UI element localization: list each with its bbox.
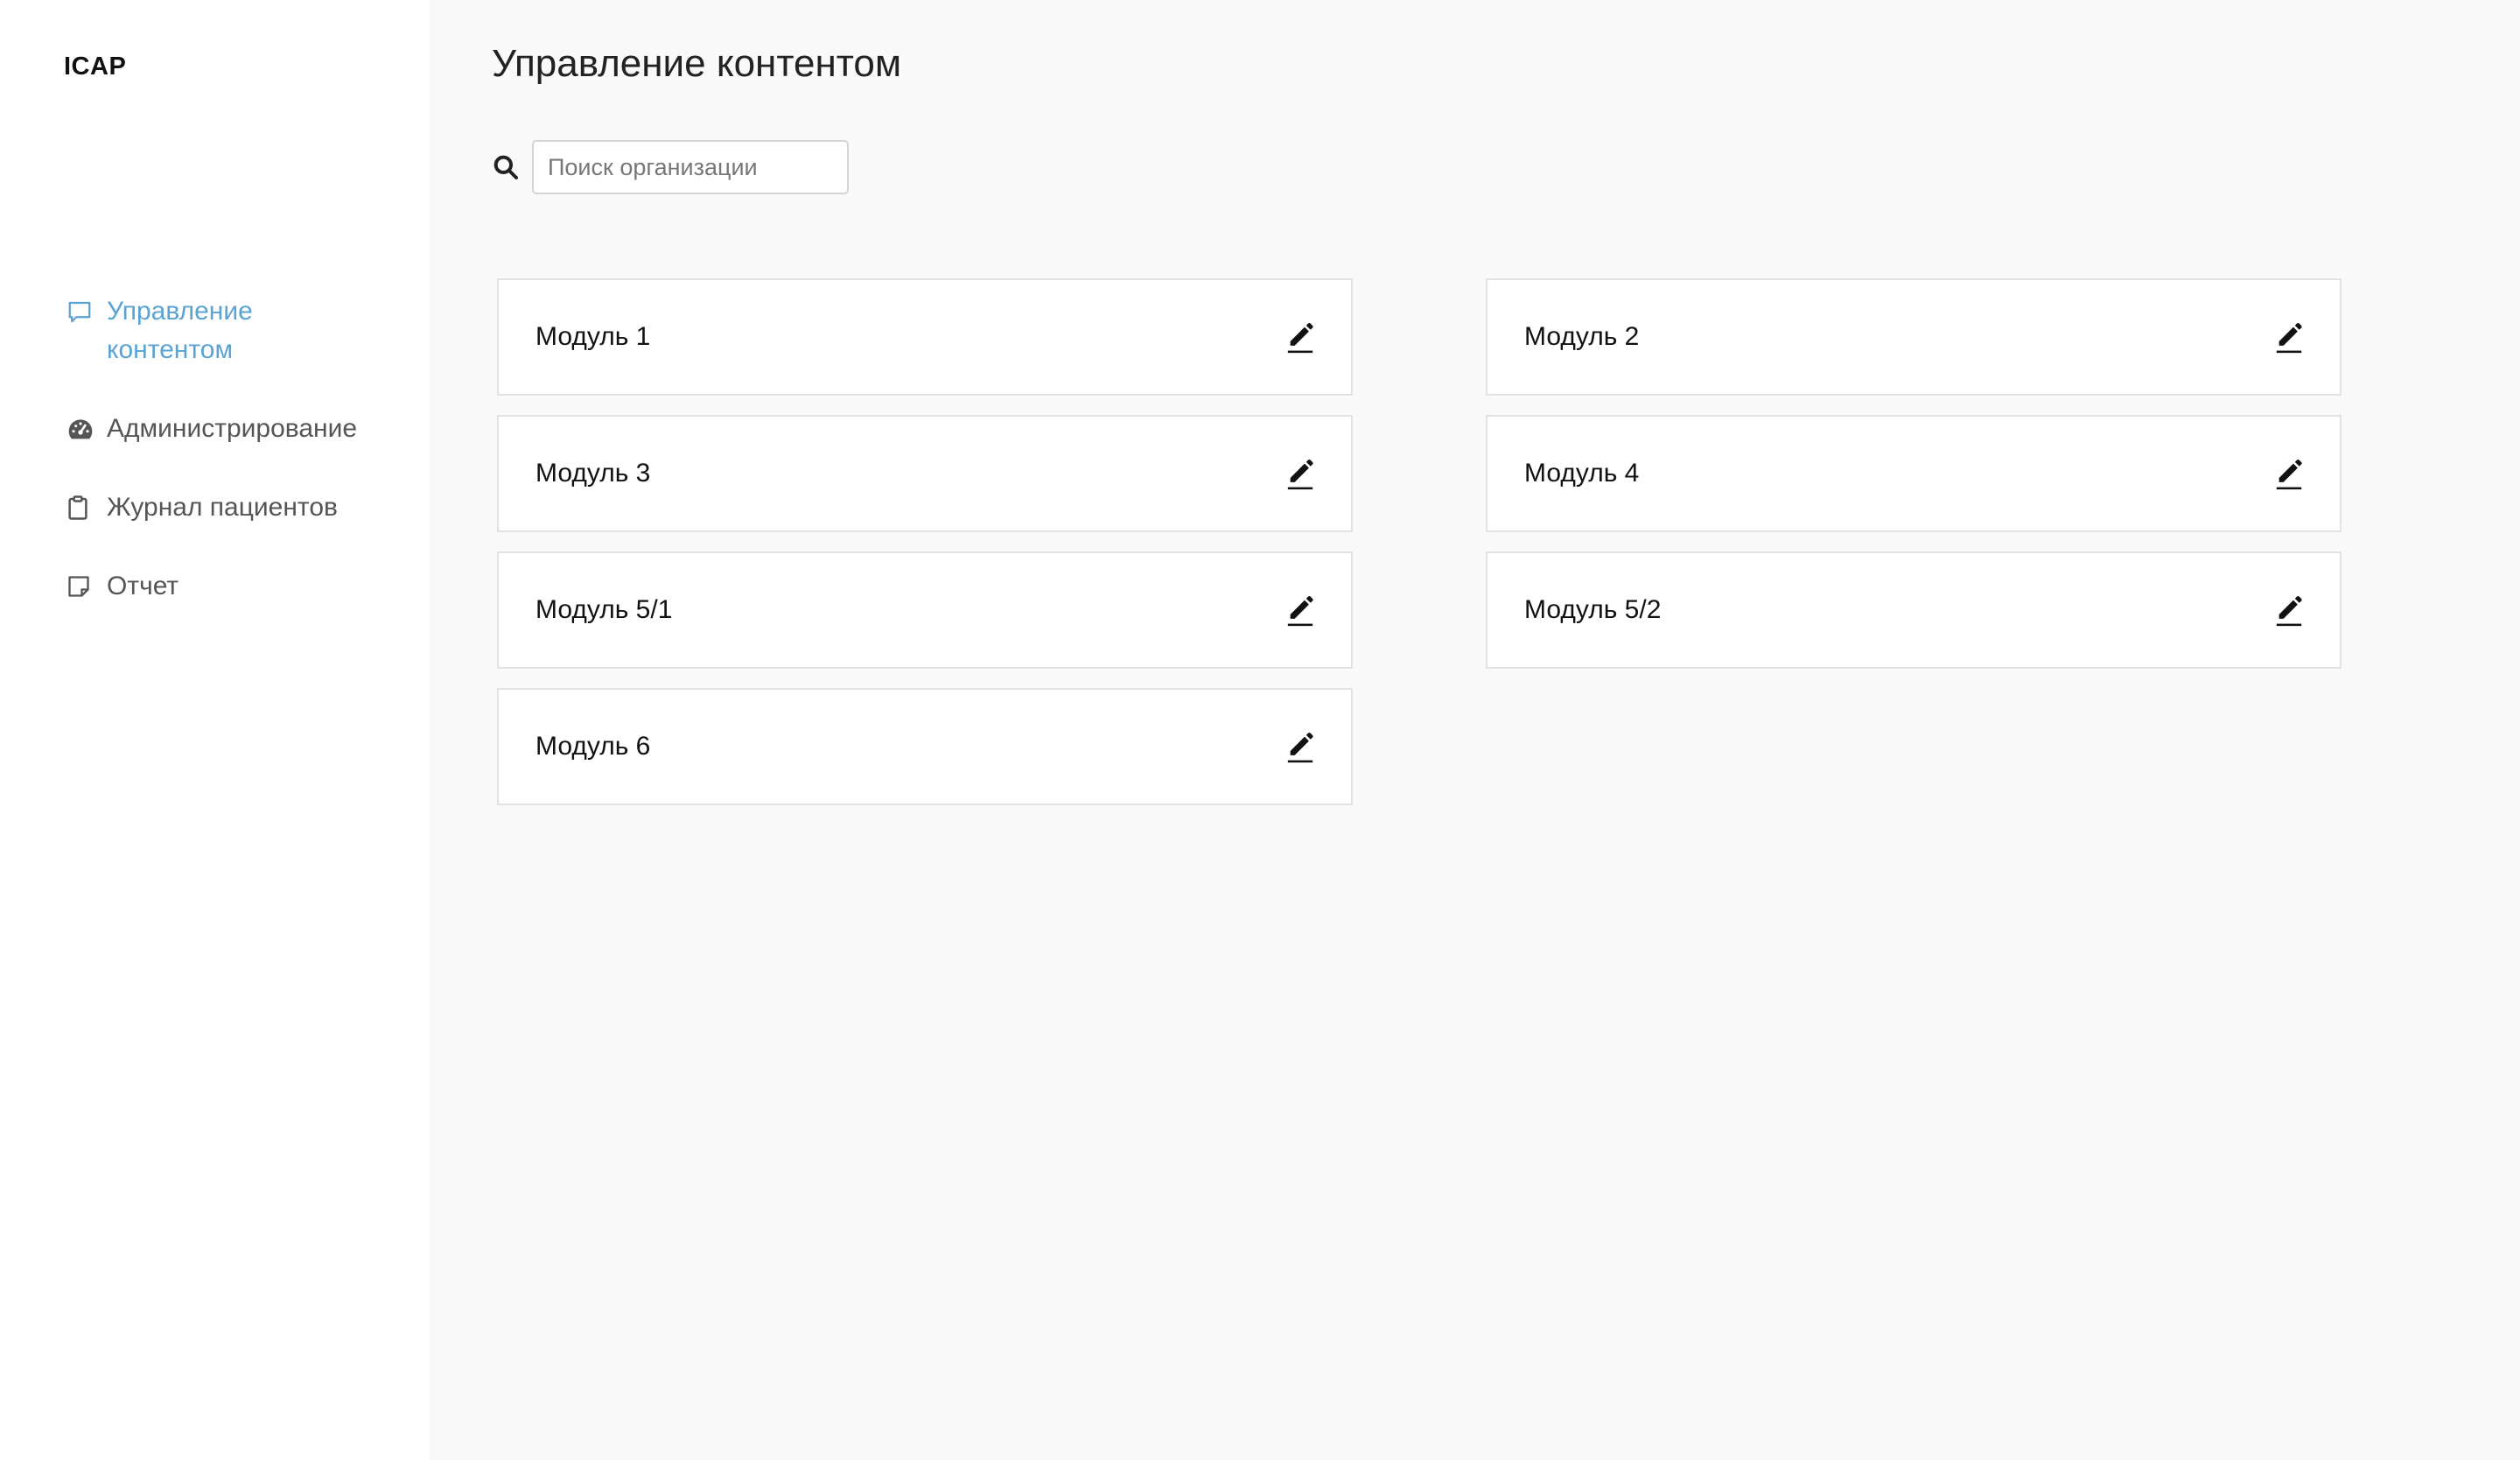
search-icon [492, 153, 520, 181]
edit-icon[interactable] [2273, 590, 2305, 630]
module-title: Модуль 5/2 [1524, 595, 1662, 624]
module-card[interactable]: Модуль 1 [497, 278, 1353, 396]
module-card[interactable]: Модуль 5/2 [1486, 551, 2342, 669]
edit-icon[interactable] [1284, 726, 1316, 767]
edit-icon[interactable] [1284, 317, 1316, 357]
module-title: Модуль 1 [536, 322, 651, 351]
search-bar [492, 140, 849, 194]
edit-icon[interactable] [1284, 590, 1316, 630]
edit-icon[interactable] [2273, 453, 2305, 494]
gauge-icon [66, 410, 94, 448]
app: ICAP Управление контентом Администрирова… [0, 0, 2520, 1460]
sidebar-item-content-management[interactable]: Управление контентом [66, 292, 416, 369]
sidebar-item-administration[interactable]: Администрирование [66, 410, 416, 448]
logo[interactable]: ICAP [64, 53, 126, 81]
module-title: Модуль 4 [1524, 459, 1640, 488]
module-title: Модуль 6 [536, 732, 651, 761]
main-content: Управление контентом Модуль 1 Модуль 2 [429, 0, 2520, 1460]
edit-icon[interactable] [2273, 317, 2305, 357]
page-title: Управление контентом [492, 42, 902, 85]
sidebar-item-label: Журнал пациентов [107, 493, 338, 522]
search-input[interactable] [532, 140, 849, 194]
module-title: Модуль 5/1 [536, 595, 673, 624]
sidebar-item-label: Управление контентом [107, 297, 253, 364]
module-title: Модуль 2 [1524, 322, 1640, 351]
sidebar-item-label: Администрирование [107, 414, 358, 443]
sidebar-nav: Управление контентом Администрирование Ж… [66, 292, 416, 646]
sidebar: ICAP Управление контентом Администрирова… [0, 0, 429, 1460]
module-card[interactable]: Модуль 2 [1486, 278, 2342, 396]
sticky-note-icon [66, 567, 94, 606]
module-card[interactable]: Модуль 4 [1486, 415, 2342, 532]
sidebar-item-patient-journal[interactable]: Журнал пациентов [66, 488, 416, 527]
message-square-icon [66, 292, 94, 331]
module-grid: Модуль 1 Модуль 2 Модуль 3 Модуль 4 Моду… [497, 278, 2342, 805]
module-card[interactable]: Модуль 6 [497, 688, 1353, 805]
sidebar-item-label: Отчет [107, 572, 179, 600]
module-card[interactable]: Модуль 5/1 [497, 551, 1353, 669]
edit-icon[interactable] [1284, 453, 1316, 494]
clipboard-icon [66, 488, 94, 527]
sidebar-item-report[interactable]: Отчет [66, 567, 416, 606]
module-card[interactable]: Модуль 3 [497, 415, 1353, 532]
module-title: Модуль 3 [536, 459, 651, 488]
